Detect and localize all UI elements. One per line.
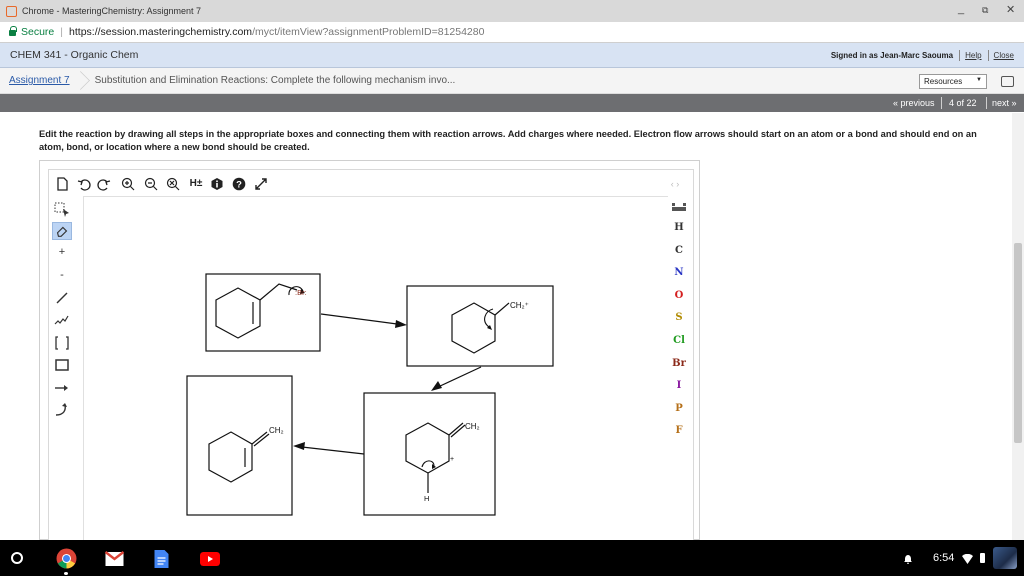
launcher-icon[interactable] <box>11 552 23 564</box>
bromide-label: :Br: <box>295 288 307 297</box>
select-tool-icon[interactable] <box>52 200 72 218</box>
box4-ch2-label: CH₂ <box>269 426 284 435</box>
reaction-arrow-2 <box>431 366 482 391</box>
url-host[interactable]: https://session.masteringchemistry.com <box>69 26 252 38</box>
redo-icon[interactable] <box>97 177 111 191</box>
address-bar[interactable]: Secure | https://session.masteringchemis… <box>0 22 1024 43</box>
chrome-icon[interactable] <box>56 548 77 569</box>
print-icon[interactable] <box>1001 76 1014 87</box>
expand-icon[interactable] <box>254 177 268 191</box>
previous-link[interactable]: « previous <box>893 98 935 108</box>
rectangle-tool-icon[interactable] <box>52 356 72 374</box>
breadcrumb-chevron-icon <box>75 68 83 94</box>
pager-bar: « previous 4 of 22 next » <box>0 94 1024 112</box>
carbocation-label: CH₂⁺ <box>510 301 529 310</box>
element-button-c[interactable]: C <box>671 245 687 256</box>
next-link[interactable]: next » <box>992 98 1017 108</box>
panel-toggle-icon[interactable]: ‹ › <box>667 177 683 191</box>
element-button-o[interactable]: O <box>671 290 687 301</box>
system-clock[interactable]: 6:54 <box>933 552 954 564</box>
periodic-table-icon[interactable] <box>671 200 687 214</box>
box3-hydrogen-label: H <box>424 494 429 503</box>
molecule-2 <box>451 302 510 354</box>
molecule-4 <box>208 431 270 483</box>
gmail-icon[interactable] <box>104 549 125 569</box>
erase-tool-icon[interactable] <box>52 222 72 240</box>
signed-in-text: Signed in as Jean-Marc Saouma <box>830 50 954 60</box>
element-button-br[interactable]: Br <box>671 358 687 369</box>
svg-text:?: ? <box>236 180 242 191</box>
undo-icon[interactable] <box>77 177 91 191</box>
negative-charge-tool[interactable]: - <box>52 266 72 284</box>
minimize-button[interactable]: _ <box>958 3 964 15</box>
element-button-i[interactable]: I <box>671 380 687 391</box>
element-button-s[interactable]: S <box>671 312 687 323</box>
chain-tool-icon[interactable] <box>52 311 72 329</box>
positive-charge-tool[interactable]: + <box>52 243 72 261</box>
help-link[interactable]: Help <box>965 51 981 60</box>
battery-icon[interactable] <box>980 553 985 563</box>
zoom-in-icon[interactable] <box>121 177 135 191</box>
window-titlebar: Chrome - MasteringChemistry: Assignment … <box>0 0 1024 22</box>
single-bond-tool-icon[interactable] <box>52 289 72 307</box>
lock-icon <box>9 26 17 36</box>
element-button-cl[interactable]: Cl <box>671 335 687 346</box>
page-scrollbar[interactable] <box>1012 113 1024 540</box>
scrollbar-thumb[interactable] <box>1014 243 1022 443</box>
mastering-favicon-icon <box>6 5 17 17</box>
course-bar: CHEM 341 - Organic Chem Signed in as Jea… <box>0 43 1024 68</box>
element-button-n[interactable]: N <box>671 267 687 278</box>
chrome-active-indicator <box>64 572 68 575</box>
bracket-tool-icon[interactable] <box>52 334 72 352</box>
window-title: Chrome - MasteringChemistry: Assignment … <box>22 6 202 16</box>
instructions-text: Edit the reaction by drawing all steps i… <box>39 129 977 152</box>
resources-dropdown[interactable]: Resources <box>919 74 987 89</box>
notification-icon[interactable] <box>904 555 912 564</box>
address-separator: | <box>60 26 64 38</box>
docs-icon[interactable] <box>153 549 170 569</box>
mechanism-box-4 <box>186 375 293 516</box>
mechanism-editor: H± ? ‹ › + - H C N O S Cl Br I P F:Br: … <box>39 160 700 542</box>
close-window-button[interactable]: ✕ <box>1006 3 1015 16</box>
mechanism-box-1 <box>205 273 321 352</box>
box3-charge-label: + <box>450 456 454 463</box>
drawing-canvas[interactable]: :Br: CH₂⁺ CH₂ + H CH₂ <box>83 196 668 542</box>
molecule-3 <box>405 422 466 493</box>
assignment-link[interactable]: Assignment 7 <box>9 75 70 86</box>
main-content: Edit the reaction by drawing all steps i… <box>0 113 1012 542</box>
editor-frame: H± ? ‹ › + - H C N O S Cl Br I P F:Br: … <box>48 169 694 542</box>
zoom-fit-icon[interactable] <box>166 177 180 191</box>
youtube-icon[interactable] <box>200 552 220 566</box>
close-link[interactable]: Close <box>994 51 1014 60</box>
reaction-arrow-1 <box>320 313 407 328</box>
molecule-1 <box>215 283 298 339</box>
box3-ch2-label: CH₂ <box>465 422 480 431</box>
new-document-icon[interactable] <box>55 177 69 191</box>
zoom-out-icon[interactable] <box>144 177 158 191</box>
breadcrumb: Assignment 7 Substitution and Eliminatio… <box>0 68 1024 94</box>
problem-title: Substitution and Elimination Reactions: … <box>94 75 456 86</box>
course-name: CHEM 341 - Organic Chem <box>10 49 139 61</box>
restore-button[interactable]: ⧉ <box>982 5 988 16</box>
reaction-arrow-3 <box>293 442 365 455</box>
hydrogen-toggle-button[interactable]: H± <box>187 177 205 191</box>
info-icon[interactable] <box>210 177 224 191</box>
element-button-p[interactable]: P <box>671 403 687 414</box>
secure-label: Secure <box>21 26 55 38</box>
reaction-arrow-tool-icon[interactable] <box>52 379 72 397</box>
help-icon[interactable]: ? <box>232 177 246 191</box>
user-avatar[interactable] <box>993 547 1017 569</box>
url-path[interactable]: /myct/itemView?assignmentProblemID=81254… <box>252 26 484 38</box>
element-button-f[interactable]: F <box>671 425 687 436</box>
wifi-icon[interactable] <box>962 554 973 564</box>
os-taskbar: 6:54 <box>0 540 1024 576</box>
mechanism-box-2 <box>406 285 554 367</box>
page-position: 4 of 22 <box>949 98 977 108</box>
curved-arrow-tool-icon[interactable] <box>52 401 72 419</box>
mechanism-box-3 <box>363 392 496 516</box>
element-button-h[interactable]: H <box>671 222 687 233</box>
